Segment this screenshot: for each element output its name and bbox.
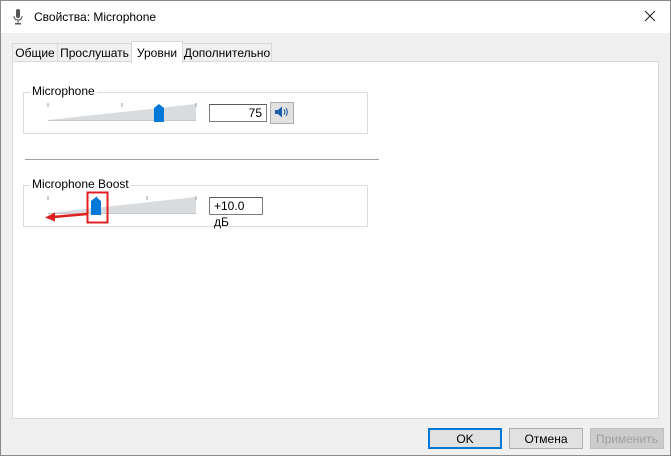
microphone-icon [12,8,24,26]
levels-panel: Microphone 75 Microphone Boost +10.0 дБ [12,61,659,419]
tab-advanced[interactable]: Дополнительно [182,43,272,62]
apply-button[interactable]: Применить [590,428,664,449]
title-bar: Свойства: Microphone [1,1,670,33]
annotation-arrow-head [45,212,55,222]
tab-general[interactable]: Общие [12,43,58,62]
highlight-box [86,191,109,224]
ok-button[interactable]: OK [428,428,502,449]
window-title: Свойства: Microphone [34,10,157,24]
speaker-icon [274,105,290,122]
properties-window: Свойства: Microphone Общие Прослушать Ур… [0,0,671,456]
annotation-arrow-line [52,212,88,219]
tab-listen[interactable]: Прослушать [57,43,132,62]
mute-button[interactable] [270,102,294,124]
tab-levels[interactable]: Уровни [131,41,183,63]
microphone-boost-value[interactable]: +10.0 дБ [209,197,263,229]
close-icon [644,10,656,25]
microphone-level-value[interactable]: 75 [209,104,267,122]
annotation-overlay [45,191,109,224]
cancel-button[interactable]: Отмена [509,428,583,449]
close-button[interactable] [630,1,670,33]
